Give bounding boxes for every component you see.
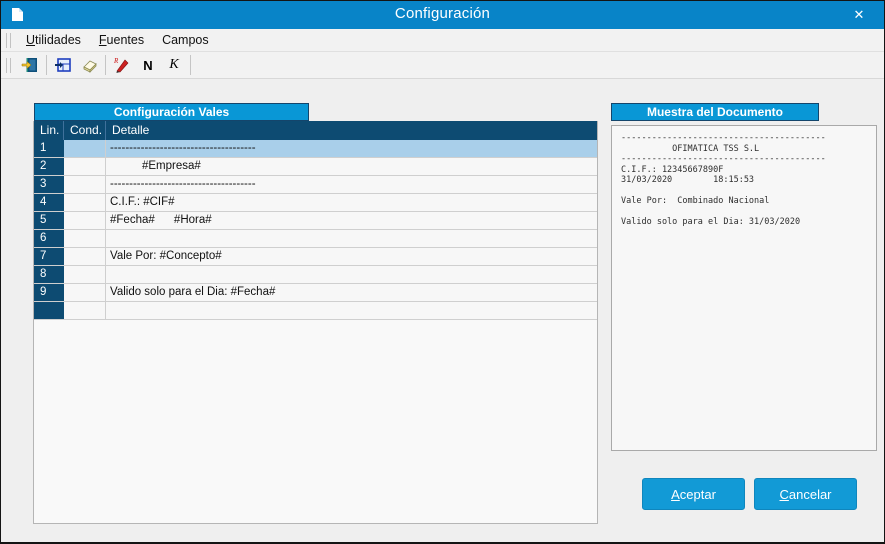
insert-field-button[interactable] — [50, 54, 76, 77]
italic-icon: K — [169, 57, 179, 72]
column-header-lin: Lin. — [34, 121, 64, 140]
cond-cell[interactable] — [64, 140, 106, 157]
configuracion-dialog: Configuración ✕ Utilidades Fuentes Campo… — [0, 0, 885, 544]
title-bar: Configuración ✕ — [1, 1, 884, 29]
cond-cell[interactable] — [64, 212, 106, 229]
detalle-cell[interactable]: #Empresa# — [106, 158, 597, 175]
table-row[interactable]: 6 — [34, 230, 597, 248]
vales-header: Configuración Vales — [34, 103, 309, 121]
menu-bar: Utilidades Fuentes Campos — [1, 29, 884, 52]
vales-panel: Lin. Cond. Detalle 1 --------------------… — [33, 121, 598, 524]
cond-cell[interactable] — [64, 302, 106, 319]
toolbar-separator — [190, 55, 191, 75]
lin-cell: 8 — [34, 266, 64, 283]
eraser-icon — [83, 60, 97, 73]
red-pen-icon: R — [113, 57, 129, 73]
bold-icon: N — [143, 57, 153, 73]
insert-field-icon — [55, 58, 71, 72]
svg-text:R: R — [113, 57, 119, 65]
table-header-row: Lin. Cond. Detalle — [34, 121, 597, 140]
exit-door-icon — [21, 58, 37, 72]
toolbar: R N K — [1, 52, 884, 79]
font-color-button[interactable]: R — [109, 54, 135, 77]
cond-cell[interactable] — [64, 248, 106, 265]
table-row[interactable]: 8 — [34, 266, 597, 284]
bold-button[interactable]: N — [135, 54, 161, 77]
table-row[interactable]: 3 -------------------------------------- — [34, 176, 597, 194]
lin-cell — [34, 302, 64, 319]
document-preview-panel: ----------------------------------------… — [611, 125, 877, 451]
cond-cell[interactable] — [64, 284, 106, 301]
detalle-cell[interactable]: -------------------------------------- — [106, 176, 597, 193]
italic-button[interactable]: K — [161, 54, 187, 77]
table-row[interactable]: 5 #Fecha# #Hora# — [34, 212, 597, 230]
lin-cell: 5 — [34, 212, 64, 229]
cond-cell[interactable] — [64, 194, 106, 211]
table-row[interactable]: 2 #Empresa# — [34, 158, 597, 176]
detalle-cell[interactable]: #Fecha# #Hora# — [106, 212, 597, 229]
menu-grip — [6, 32, 11, 48]
exit-button[interactable] — [17, 54, 43, 77]
menu-campos[interactable]: Campos — [153, 31, 218, 49]
column-header-cond: Cond. — [64, 121, 106, 140]
lin-cell: 9 — [34, 284, 64, 301]
detalle-cell[interactable] — [106, 266, 597, 283]
window-title: Configuración — [394, 5, 491, 22]
lin-cell: 2 — [34, 158, 64, 175]
table-row[interactable]: 7 Vale Por: #Concepto# — [34, 248, 597, 266]
menu-utilidades[interactable]: Utilidades — [17, 31, 90, 49]
column-header-detalle: Detalle — [112, 123, 150, 137]
toolbar-separator — [46, 55, 47, 75]
document-preview-text: ----------------------------------------… — [621, 133, 826, 227]
cond-cell[interactable] — [64, 230, 106, 247]
detalle-cell[interactable] — [106, 302, 597, 319]
lin-cell: 7 — [34, 248, 64, 265]
detalle-cell[interactable]: C.I.F.: #CIF# — [106, 194, 597, 211]
table-row[interactable] — [34, 302, 597, 320]
table-row[interactable]: 1 -------------------------------------- — [34, 140, 597, 158]
eraser-button[interactable] — [76, 54, 102, 77]
menu-fuentes[interactable]: Fuentes — [90, 31, 153, 49]
detalle-cell[interactable]: Valido solo para el Dia: #Fecha# — [106, 284, 597, 301]
lin-cell: 4 — [34, 194, 64, 211]
lin-cell: 3 — [34, 176, 64, 193]
toolbar-separator — [105, 55, 106, 75]
detalle-cell[interactable]: -------------------------------------- — [106, 140, 597, 157]
lin-cell: 1 — [34, 140, 64, 157]
cancel-button[interactable]: Cancelar — [754, 478, 857, 510]
muestra-header: Muestra del Documento — [611, 103, 819, 121]
table-row[interactable]: 9 Valido solo para el Dia: #Fecha# — [34, 284, 597, 302]
table-row[interactable]: 4 C.I.F.: #CIF# — [34, 194, 597, 212]
detalle-cell[interactable]: Vale Por: #Concepto# — [106, 248, 597, 265]
detalle-cell[interactable] — [106, 230, 597, 247]
cond-cell[interactable] — [64, 158, 106, 175]
table-body: 1 -------------------------------------- 2… — [34, 140, 597, 320]
close-icon[interactable]: ✕ — [848, 5, 870, 25]
cond-cell[interactable] — [64, 176, 106, 193]
cond-cell[interactable] — [64, 266, 106, 283]
accept-button[interactable]: Aceptar — [642, 478, 745, 510]
lin-cell: 6 — [34, 230, 64, 247]
toolbar-grip — [6, 57, 11, 73]
